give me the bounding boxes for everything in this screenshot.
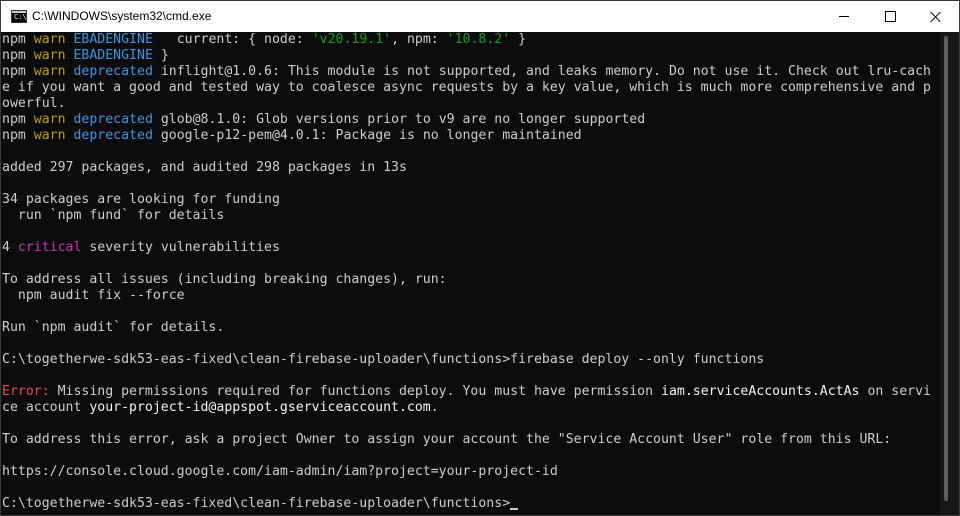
console-line: To address all issues (including breakin… [2,272,939,288]
console-line: To address this error, ask a project Own… [2,432,939,448]
console-text: glob@8.1.0: Glob versions prior to v9 ar… [152,112,646,127]
console-output[interactable]: npm warn EBADENGINE current: { node: 'v2… [2,32,939,515]
close-icon [930,11,942,23]
console-text: warn [33,112,66,127]
console-text: EBADENGINE [73,32,153,47]
cmd-icon: C:\ [11,10,27,23]
minimize-button[interactable] [821,1,867,32]
console-line: npm warn deprecated glob@8.1.0: Glob ver… [2,112,939,128]
console-text: 'v20.19.1' [311,32,392,47]
console-text: C:\togetherwe-sdk53-eas-fixed\clean-fire… [2,496,511,511]
console-text: warn [33,32,66,47]
console-text: https://console.cloud.google.com/iam-adm… [2,464,558,479]
cmd-window: C:\ C:\WINDOWS\system32\cmd.exe npm warn… [0,0,960,516]
console-text: EBADENGINE [73,48,153,63]
console-text: deprecated [73,64,153,79]
console-text: ce account [2,400,90,415]
console-text: current: { node: [152,32,312,47]
console-text: google-p12-pem@4.0.1: Package is no long… [152,128,582,143]
console-text: To address all issues (including breakin… [2,272,447,287]
console-text: } [152,48,169,63]
maximize-icon [884,11,896,22]
console-text: Missing permissions required for functio… [49,384,661,399]
console-text: warn [33,48,66,63]
console-text: your-project-id@appspot.gserviceaccount.… [89,400,431,415]
console-text: deprecated [73,128,153,143]
console-text: warn [33,64,66,79]
cmd-icon-text: C:\ [14,13,27,21]
console-text: C:\togetherwe-sdk53-eas-fixed\clean-fire… [2,352,765,367]
console-text: . [430,400,439,415]
console-text: To address this error, ask a project Own… [2,432,892,447]
console-text: } [510,32,527,47]
console-line: Error: Missing permissions required for … [2,384,939,400]
console-text: on servi [859,384,931,399]
console-line: npm warn EBADENGINE } [2,48,939,64]
console-text: run `npm fund` for details [2,208,225,223]
console-line: npm warn EBADENGINE current: { node: 'v2… [2,32,939,48]
console-line: added 297 packages, and audited 298 pack… [2,160,939,176]
vertical-scrollbar[interactable] [940,32,959,515]
console-text: npm [2,128,34,143]
maximize-button[interactable] [867,1,913,32]
close-button[interactable] [913,1,959,32]
console-text: severity vulnerabilities [81,240,280,255]
console-text: Error: [2,384,50,399]
console-text: warn [33,128,66,143]
console-text: 4 [2,240,18,255]
title-bar[interactable]: C:\ C:\WINDOWS\system32\cmd.exe [1,1,959,32]
console-line: https://console.cloud.google.com/iam-adm… [2,464,939,480]
minimize-icon [839,16,849,17]
console-text: Run `npm audit` for details. [2,320,225,335]
console-line: ce account your-project-id@appspot.gserv… [2,400,939,416]
console-text: 34 packages are looking for funding [2,192,280,207]
console-line: npm warn deprecated google-p12-pem@4.0.1… [2,128,939,144]
console-line: 4 critical severity vulnerabilities [2,240,939,256]
console-text: npm [2,48,34,63]
console-text: , npm: [391,32,447,47]
scrollbar-thumb[interactable] [944,36,948,501]
console-text: npm [2,32,34,47]
console-text: critical [17,240,82,255]
console-line: C:\togetherwe-sdk53-eas-fixed\clean-fire… [2,496,939,512]
console-line: Run `npm audit` for details. [2,320,939,336]
console-line: owerful. [2,96,939,112]
text-cursor [510,508,519,510]
console-text: inflight@1.0.6: This module is not suppo… [152,64,931,79]
console-text: added 297 packages, and audited 298 pack… [2,160,407,175]
console-line: 34 packages are looking for funding [2,192,939,208]
console-text: deprecated [73,112,153,127]
console-text: iam.serviceAccounts.ActAs [661,384,860,399]
console-line: run `npm fund` for details [2,208,939,224]
console-text: npm [2,64,34,79]
console-text: npm audit fix --force [2,288,185,303]
window-title: C:\WINDOWS\system32\cmd.exe [32,9,212,23]
console-text: npm [2,112,34,127]
console-text: '10.8.2' [446,32,511,47]
console-line: npm warn deprecated inflight@1.0.6: This… [2,64,939,80]
console-text: owerful. [2,96,66,111]
console-text: e if you want a good and tested way to c… [2,80,931,95]
console-line: C:\togetherwe-sdk53-eas-fixed\clean-fire… [2,352,939,368]
console-line: npm audit fix --force [2,288,939,304]
console-line: e if you want a good and tested way to c… [2,80,939,96]
